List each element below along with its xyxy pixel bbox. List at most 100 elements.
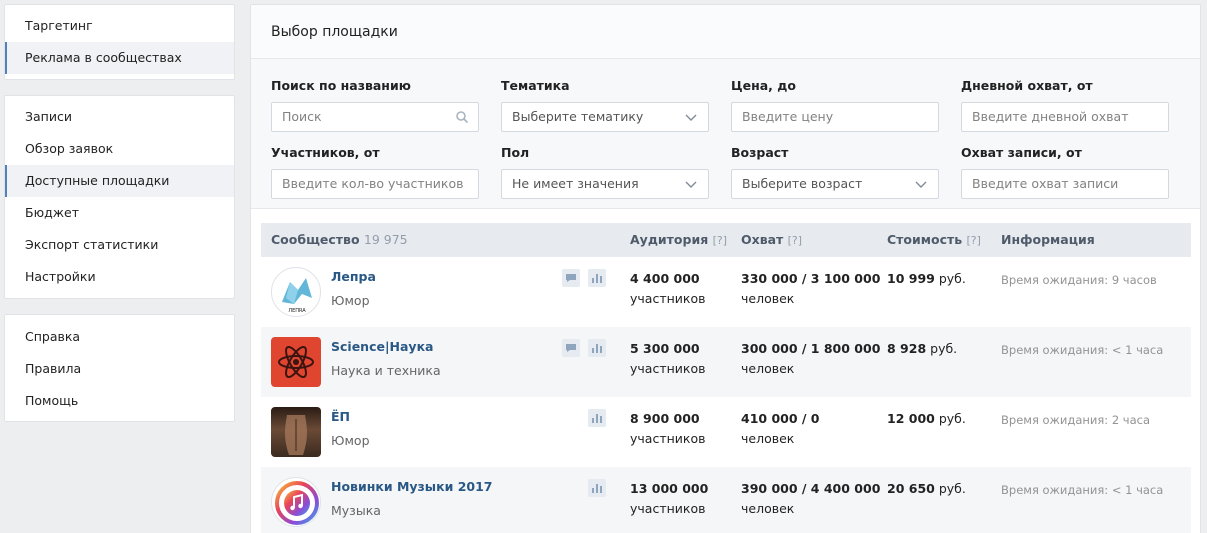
gender-select[interactable]: Не имеет значения: [501, 169, 709, 199]
cost-value: 20 650: [887, 481, 935, 496]
col-audience-label: Аудитория: [630, 232, 709, 247]
main-panel: Выбор площадки Поиск по названию Поиск Т…: [250, 4, 1201, 533]
age-select-value: Выберите возраст: [742, 176, 863, 191]
filter-label: Цена, до: [731, 78, 796, 93]
sidebar-bottom-block: Справка Правила Помощь: [4, 314, 235, 422]
sidebar-item-rules[interactable]: Правила: [5, 353, 234, 385]
community-topic: Наука и техника: [331, 363, 441, 378]
filter-gender: Пол Не имеет значения: [501, 143, 709, 199]
topic-select-value: Выберите тематику: [512, 109, 644, 124]
reach-cell: 410 000 / 0 человек: [741, 409, 820, 449]
comment-icon[interactable]: [562, 339, 580, 357]
stats-icon[interactable]: [588, 409, 606, 427]
sidebar-item-targeting[interactable]: Таргетинг: [5, 10, 234, 42]
reach-cell: 300 000 / 1 800 000 человек: [741, 339, 880, 379]
members-input[interactable]: Введите кол-во участников: [271, 169, 479, 199]
post-reach-input[interactable]: Введите охват записи: [961, 169, 1169, 199]
audience-unit: участников: [630, 501, 706, 516]
col-community[interactable]: Сообщество 19 975: [271, 223, 408, 257]
filter-label: Охват записи, от: [961, 145, 1082, 160]
sidebar-item-available-platforms[interactable]: Доступные площадки: [5, 165, 234, 197]
sidebar-item-settings[interactable]: Настройки: [5, 261, 234, 293]
price-placeholder: Введите цену: [742, 109, 834, 124]
help-mark[interactable]: [?]: [713, 234, 727, 247]
community-count: 19 975: [363, 232, 408, 247]
help-mark[interactable]: [?]: [788, 234, 802, 247]
sidebar-item-posts[interactable]: Записи: [5, 101, 234, 133]
col-info-label: Информация: [1001, 232, 1095, 247]
audience-cell: 5 300 000 участников: [630, 339, 705, 379]
table-row[interactable]: ЁП Юмор 8 900 000 участников 410 000 / 0…: [261, 397, 1191, 467]
comment-icon[interactable]: [562, 269, 580, 287]
reach-cell: 330 000 / 3 100 000 человек: [741, 269, 880, 309]
stats-icon[interactable]: [588, 339, 606, 357]
audience-value: 5 300 000: [630, 341, 700, 356]
stats-icon[interactable]: [588, 269, 606, 287]
table-row[interactable]: Новинки Музыки 2017 Музыка 13 000 000 уч…: [261, 467, 1191, 533]
wait-time: Время ожидания: 2 часа: [1001, 413, 1151, 427]
wait-time: Время ожидания: 9 часов: [1001, 273, 1157, 287]
filter-label: Поиск по названию: [271, 78, 411, 93]
table-row[interactable]: ЛЕПRA Лепра Юмор 4 400 000 участников 33…: [261, 257, 1191, 327]
sidebar-item-export-stats[interactable]: Экспорт статистики: [5, 229, 234, 261]
reach-value: 390 000 / 4 400 000: [741, 481, 881, 496]
currency: руб.: [938, 411, 966, 426]
audience-unit: участников: [630, 431, 706, 446]
col-cost-label: Стоимость: [887, 232, 963, 247]
community-name[interactable]: Новинки Музыки 2017: [331, 479, 493, 494]
daily-reach-placeholder: Введите дневной охват: [972, 109, 1129, 124]
community-name[interactable]: Лепра: [331, 269, 376, 284]
col-reach[interactable]: Охват [?]: [741, 223, 802, 258]
wait-time: Время ожидания: < 1 часа: [1001, 343, 1164, 357]
sidebar-item-help[interactable]: Справка: [5, 321, 234, 353]
filter-label: Тематика: [501, 78, 570, 93]
topic-select[interactable]: Выберите тематику: [501, 102, 709, 132]
filter-topic: Тематика Выберите тематику: [501, 76, 709, 132]
sidebar-item-community-ads[interactable]: Реклама в сообществах: [5, 42, 234, 74]
cost-cell: 8 928 руб.: [887, 339, 957, 359]
filter-label: Пол: [501, 145, 530, 160]
community-avatar[interactable]: [271, 337, 321, 387]
cost-cell: 12 000 руб.: [887, 409, 966, 429]
daily-reach-input[interactable]: Введите дневной охват: [961, 102, 1169, 132]
community-avatar[interactable]: [271, 477, 321, 527]
help-mark[interactable]: [?]: [967, 234, 981, 247]
lepra-logo-icon: ЛЕПRA: [282, 278, 312, 314]
stats-icon[interactable]: [588, 479, 606, 497]
col-cost[interactable]: Стоимость [?]: [887, 223, 981, 258]
photo-icon: [285, 415, 307, 455]
col-audience[interactable]: Аудитория [?]: [630, 223, 727, 258]
community-avatar[interactable]: [271, 407, 321, 457]
reach-unit: человек: [741, 291, 795, 306]
community-name[interactable]: Science|Наука: [331, 339, 434, 354]
cost-cell: 20 650 руб.: [887, 479, 966, 499]
filter-search-name: Поиск по названию Поиск: [271, 76, 479, 132]
cost-value: 10 999: [887, 271, 935, 286]
community-avatar[interactable]: ЛЕПRA: [271, 267, 321, 317]
sidebar-item-requests[interactable]: Обзор заявок: [5, 133, 234, 165]
cost-value: 12 000: [887, 411, 935, 426]
reach-unit: человек: [741, 501, 795, 516]
search-placeholder: Поиск: [282, 109, 322, 124]
community-topic: Юмор: [331, 293, 370, 308]
filter-price: Цена, до Введите цену: [731, 76, 939, 132]
chevron-down-icon: [915, 181, 927, 188]
community-name[interactable]: ЁП: [331, 409, 350, 424]
sidebar-middle-block: Записи Обзор заявок Доступные площадки Б…: [4, 95, 235, 299]
filter-label: Участников, от: [271, 145, 380, 160]
col-reach-label: Охват: [741, 232, 784, 247]
search-name-input[interactable]: Поиск: [271, 102, 479, 132]
cost-value: 8 928: [887, 341, 927, 356]
reach-value: 410 000 / 0: [741, 411, 820, 426]
col-community-label: Сообщество: [271, 232, 360, 247]
table-row[interactable]: Science|Наука Наука и техника 5 300 000 …: [261, 327, 1191, 397]
audience-value: 13 000 000: [630, 481, 709, 496]
sidebar-item-support[interactable]: Помощь: [5, 385, 234, 417]
audience-unit: участников: [630, 361, 706, 376]
age-select[interactable]: Выберите возраст: [731, 169, 939, 199]
price-input[interactable]: Введите цену: [731, 102, 939, 132]
currency: руб.: [930, 341, 958, 356]
community-topic: Музыка: [331, 503, 381, 518]
sidebar-item-budget[interactable]: Бюджет: [5, 197, 234, 229]
members-placeholder: Введите кол-во участников: [282, 176, 464, 191]
